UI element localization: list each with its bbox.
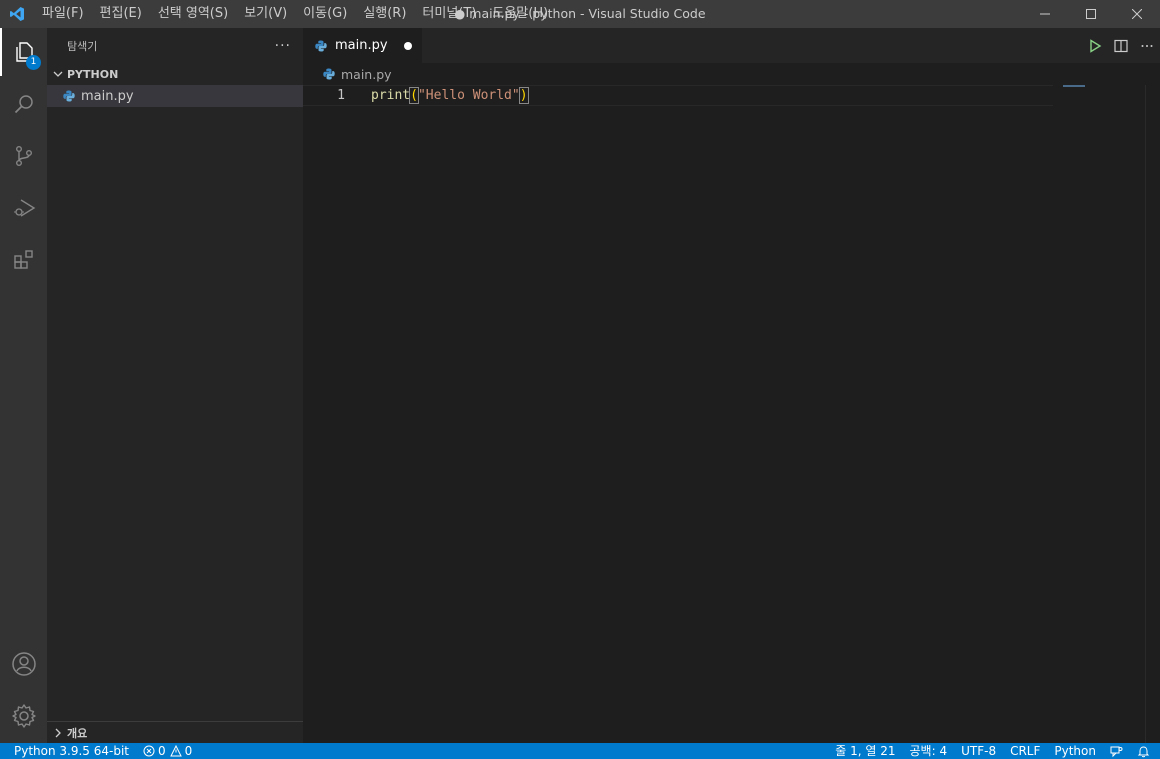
indentation[interactable]: 공백: 4 <box>903 743 955 759</box>
more-icon <box>1141 44 1153 47</box>
feedback-button[interactable] <box>1103 745 1130 758</box>
tab-main-py[interactable]: main.py <box>303 28 422 63</box>
status-right: 줄 1, 열 21 공백: 4 UTF-8 CRLF Python <box>828 743 1160 759</box>
run-python-file-button[interactable] <box>1082 28 1108 63</box>
code-line[interactable]: 1 print("Hello World") <box>303 85 1053 106</box>
unsaved-dot-icon[interactable] <box>404 42 412 50</box>
source-control-icon <box>15 146 32 167</box>
sidebar-title: 탐색기 <box>67 39 98 53</box>
code-string: "Hello World" <box>417 88 520 103</box>
account-icon <box>11 652 36 676</box>
maximize-icon <box>1086 9 1096 19</box>
code-open-paren: ( <box>409 87 419 104</box>
line-number: 1 <box>337 88 345 103</box>
chevron-down-icon <box>53 69 65 79</box>
encoding[interactable]: UTF-8 <box>954 743 1003 759</box>
bell-icon <box>1137 745 1150 757</box>
activity-bar: 1 <box>0 28 47 743</box>
file-item-main-py[interactable]: main.py <box>47 85 303 107</box>
window-title-text: ● main.py - python - Visual Studio Code <box>454 6 706 21</box>
extensions-icon <box>13 250 33 269</box>
outline-label: 개요 <box>67 726 88 740</box>
close-button[interactable] <box>1114 0 1160 28</box>
menu-file[interactable]: 파일(F) <box>34 0 92 28</box>
vertical-scrollbar[interactable] <box>1145 85 1160 743</box>
outline-section[interactable]: 개요 <box>47 721 303 743</box>
editor-more-button[interactable] <box>1134 28 1160 63</box>
menu-view[interactable]: 보기(V) <box>236 0 295 28</box>
split-editor-button[interactable] <box>1108 28 1134 63</box>
problems-status[interactable]: 0 0 <box>136 743 199 759</box>
explorer-button[interactable]: 1 <box>0 28 47 76</box>
python-file-icon <box>323 68 339 80</box>
language-mode[interactable]: Python <box>1047 743 1103 759</box>
extensions-button[interactable] <box>0 236 47 284</box>
chevron-right-icon <box>53 728 65 738</box>
python-file-icon <box>315 40 331 52</box>
error-count: 0 <box>158 744 166 758</box>
editor-area: main.py main.py 1 print("Hello World") <box>303 28 1160 743</box>
run-debug-button[interactable] <box>0 184 47 232</box>
minimize-icon <box>1040 13 1050 15</box>
tab-label: main.py <box>335 38 388 53</box>
breadcrumb: main.py <box>303 63 1160 85</box>
sidebar-header: 탐색기 ··· <box>47 28 303 63</box>
source-control-button[interactable] <box>0 132 47 180</box>
explorer-sidebar: 탐색기 ··· PYTHON main.py 개요 <box>47 28 303 743</box>
python-interpreter[interactable]: Python 3.9.5 64-bit <box>0 743 136 759</box>
cursor-position[interactable]: 줄 1, 열 21 <box>828 743 902 759</box>
maximize-button[interactable] <box>1068 0 1114 28</box>
explorer-badge: 1 <box>26 55 41 70</box>
search-button[interactable] <box>0 80 47 128</box>
search-icon <box>14 95 33 114</box>
title-bar: 파일(F) 편집(E) 선택 영역(S) 보기(V) 이동(G) 실행(R) 터… <box>0 0 1160 28</box>
folder-section-python[interactable]: PYTHON <box>47 63 303 85</box>
menu-go[interactable]: 이동(G) <box>295 0 355 28</box>
code-text[interactable]: print("Hello World") <box>371 86 529 105</box>
error-icon <box>143 745 155 757</box>
settings-button[interactable] <box>0 692 47 740</box>
window-controls <box>1022 0 1160 28</box>
editor-actions <box>1082 28 1160 63</box>
status-bar: Python 3.9.5 64-bit 0 0 줄 1, 열 21 공백: 4 … <box>0 743 1160 759</box>
end-of-line[interactable]: CRLF <box>1003 743 1047 759</box>
file-label: main.py <box>81 88 134 104</box>
menu-selection[interactable]: 선택 영역(S) <box>150 0 236 28</box>
code-function: print <box>371 88 411 103</box>
run-icon <box>1090 38 1102 53</box>
warning-count: 0 <box>184 744 193 758</box>
minimap[interactable] <box>1063 85 1085 87</box>
notifications-button[interactable] <box>1130 745 1160 758</box>
python-file-icon <box>63 90 79 102</box>
minimize-button[interactable] <box>1022 0 1068 28</box>
code-close-paren: ) <box>518 87 529 104</box>
settings-gear-icon <box>11 704 36 728</box>
feedback-icon <box>1110 746 1123 757</box>
tab-bar: main.py <box>303 28 1160 63</box>
folder-label: PYTHON <box>67 67 119 81</box>
menu-run[interactable]: 실행(R) <box>355 0 414 28</box>
menu-edit[interactable]: 편집(E) <box>92 0 150 28</box>
close-icon <box>1132 9 1142 19</box>
more-actions-button[interactable]: ··· <box>275 38 291 54</box>
warning-icon <box>169 745 182 757</box>
breadcrumb-file[interactable]: main.py <box>341 67 392 82</box>
vscode-logo-icon <box>0 0 34 28</box>
account-button[interactable] <box>0 640 47 688</box>
split-editor-icon <box>1114 39 1128 52</box>
run-debug-icon <box>13 199 35 217</box>
